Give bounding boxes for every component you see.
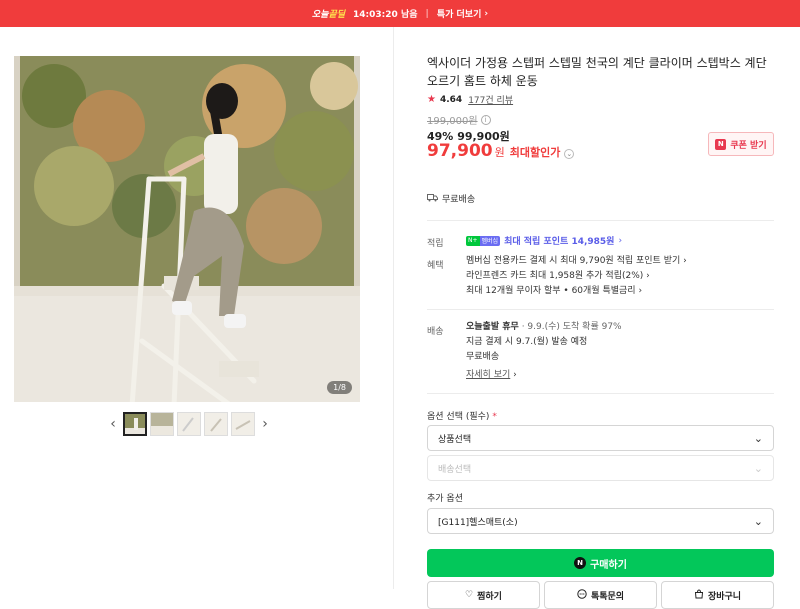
cart-label: 장바구니 [707,591,742,602]
final-price: 97,900 원 최대할인가 ⌄ [427,141,575,161]
talk-label: 톡톡문의 [590,591,625,602]
rating-row: ★ 4.64 177건 리뷰 [427,93,513,106]
image-page-counter: 1/8 [327,381,352,394]
banner-more-link[interactable]: 특가 더보기 › [437,7,489,21]
delivery-dispatch: 지금 결제 시 9.7.(월) 발송 예정 [466,337,588,347]
chevron-left-icon[interactable]: ‹ [106,416,120,432]
coupon-label: 쿠폰 받기 [730,140,767,151]
chevron-down-icon[interactable]: ⌄ [564,149,575,159]
buy-button[interactable]: N 구매하기 [427,549,774,577]
rating-score: 4.64 [439,94,463,105]
delivery-select-value: 배송선택 [438,464,472,475]
points-text: 최대 적립 포인트 14,985원 [504,237,615,247]
perk-item[interactable]: 라인프렌즈 카드 최대 1,958원 추가 적립(2%) › [466,269,687,284]
wishlist-button[interactable]: ♡ 찜하기 [427,581,540,609]
banner-separator: | [425,8,429,19]
truck-icon [427,193,438,205]
divider [427,393,774,394]
column-divider [393,27,394,589]
info-icon[interactable]: i [480,114,491,125]
product-select-value: 상품선택 [438,434,472,445]
divider [427,309,774,310]
points-label: 적립 [427,239,444,249]
thumbnail-3[interactable] [177,412,201,436]
chat-icon [577,588,587,602]
membership-badge: N+ 멤버십 [466,235,501,246]
chevron-right-icon: › [484,8,489,19]
original-price: 199,000원 i [427,112,491,127]
chevron-down-icon: ⌄ [753,514,763,528]
shipping-free: 무료배송 [427,192,475,205]
divider [427,220,774,221]
thumbnail-4[interactable] [204,412,228,436]
heart-icon: ♡ [465,590,474,600]
naver-coupon-icon: N [715,138,727,150]
product-select[interactable]: 상품선택 ⌄ [427,425,774,451]
delivery-select: 배송선택 ⌄ [427,455,774,481]
chevron-down-icon: ⌄ [753,461,763,475]
delivery-fee: 무료배송 [466,352,500,362]
points-row[interactable]: N+ 멤버십 최대 적립 포인트 14,985원 › [466,234,622,247]
buy-label: 구매하기 [590,559,627,571]
promo-banner: 오늘끝딜 14:03:20 남음 | 특가 더보기 › [0,0,800,27]
product-title: 엑사이더 가정용 스텝퍼 스텝밀 천국의 계단 클라이머 스텝박스 계단오르기 … [427,56,767,88]
extra-select-value: [G111]헬스매트(소) [438,517,518,528]
product-photo [14,56,360,402]
shopping-bag-icon [694,588,704,602]
chevron-right-icon[interactable]: › [258,416,272,432]
naverpay-icon: N [574,557,587,569]
wishlist-label: 찜하기 [477,591,502,602]
final-price-label: 최대할인가 [509,146,561,159]
star-icon: ★ [427,94,436,105]
chevron-down-icon: ⌄ [753,431,763,445]
review-count-link[interactable]: 177건 리뷰 [468,93,513,106]
shipping-free-label: 무료배송 [442,195,476,205]
perk-item[interactable]: 멤버십 전용카드 결제 시 최대 9,790원 적립 포인트 받기 › [466,254,687,269]
delivery-status: 오늘출발 휴무 [466,322,519,332]
thumbnail-strip: ‹ › [106,412,272,436]
perks-list: 멤버십 전용카드 결제 시 최대 9,790원 적립 포인트 받기 › 라인프렌… [466,254,687,299]
chevron-right-icon: › [618,235,623,246]
banner-timer: 14:03:20 남음 [353,10,418,20]
coupon-button[interactable]: N 쿠폰 받기 [708,132,774,156]
secondary-actions: ♡ 찜하기 톡톡문의 장바구니 [427,581,774,609]
delivery-details-link[interactable]: 자세히 보기 [466,370,510,380]
banner-brand: 오늘끝딜 [311,10,346,20]
final-price-value: 97,900 [427,141,493,161]
required-option-label: 옵션 선택 (필수) * [427,412,497,422]
extra-option-select[interactable]: [G111]헬스매트(소) ⌄ [427,508,774,534]
perk-item[interactable]: 최대 12개월 무이자 할부 • 60개월 특별금리 › [466,284,687,299]
thumbnail-1[interactable] [123,412,147,436]
final-price-unit: 원 [494,146,505,159]
product-main-image[interactable]: 1/8 [14,56,360,402]
thumbnail-2[interactable] [150,412,174,436]
cart-button[interactable]: 장바구니 [661,581,774,609]
extra-option-label: 추가 옵션 [427,494,463,504]
delivery-arrival: · 9.9.(수) 도착 확률 97% [521,322,622,332]
original-price-value: 199,000원 [427,116,478,127]
thumbnail-5[interactable] [231,412,255,436]
delivery-label: 배송 [427,327,444,337]
talk-inquiry-button[interactable]: 톡톡문의 [544,581,657,609]
delivery-info: 오늘출발 휴무 · 9.9.(수) 도착 확률 97% 지금 결제 시 9.7.… [466,322,622,380]
perks-label: 혜택 [427,261,444,271]
